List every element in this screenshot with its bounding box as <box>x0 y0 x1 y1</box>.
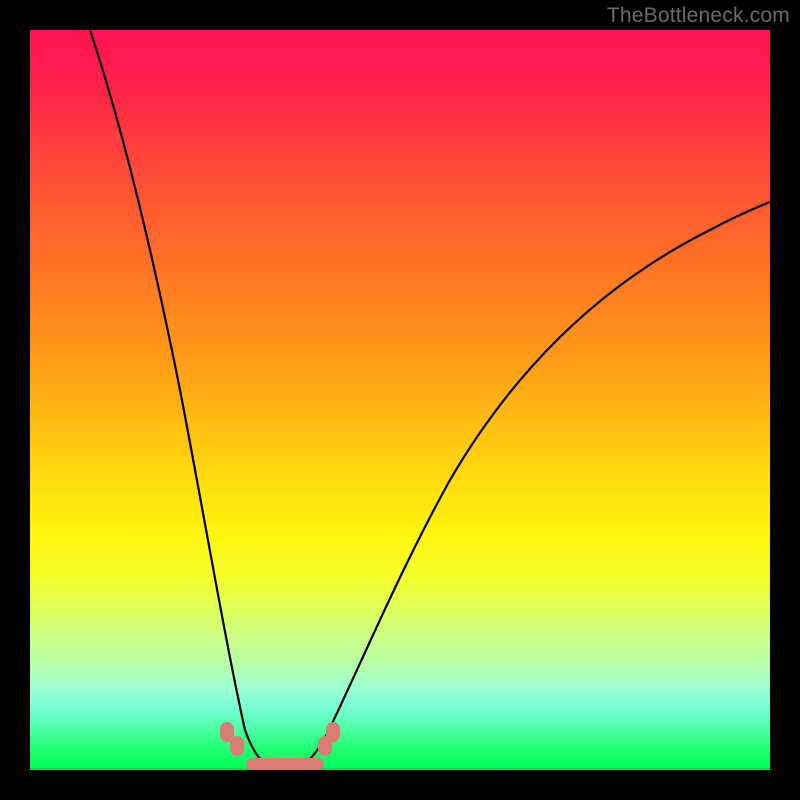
marker-dot <box>230 736 244 756</box>
chart-frame <box>30 30 770 770</box>
watermark-text: TheBottleneck.com <box>607 4 790 28</box>
optimal-zone-marker <box>246 758 324 770</box>
bottleneck-curve-path <box>90 30 770 769</box>
bottleneck-curve-svg <box>30 30 770 770</box>
marker-dot <box>326 722 340 742</box>
